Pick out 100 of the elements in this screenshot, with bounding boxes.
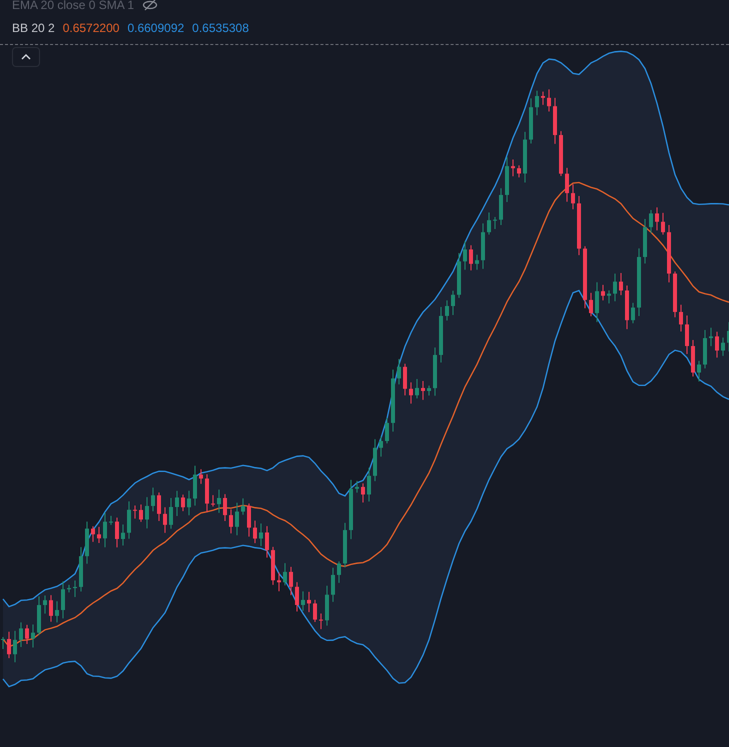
- candlestick: [727, 322, 729, 352]
- candlestick: [469, 244, 473, 271]
- candlestick: [349, 479, 353, 540]
- candlestick: [481, 222, 485, 270]
- bb-legend-value: 0.6572200: [62, 20, 120, 37]
- candlestick: [283, 562, 287, 586]
- candlestick: [247, 502, 251, 538]
- candlestick: [457, 252, 461, 298]
- candlestick: [487, 212, 491, 236]
- candlestick: [79, 546, 83, 592]
- candlestick: [211, 494, 215, 508]
- candlestick: [721, 337, 725, 356]
- candlestick: [91, 526, 95, 542]
- candlestick: [583, 246, 587, 309]
- candlestick: [7, 631, 11, 659]
- candlestick: [619, 272, 623, 296]
- candlestick: [451, 290, 455, 316]
- candlestick: [151, 487, 155, 512]
- candlestick: [229, 508, 233, 534]
- candlestick: [553, 97, 557, 144]
- candlestick: [547, 88, 551, 112]
- candlestick: [109, 515, 113, 526]
- candlestick: [565, 167, 569, 202]
- candlestick: [439, 306, 443, 364]
- candlestick: [421, 380, 425, 400]
- collapse-legend-button[interactable]: [12, 47, 40, 67]
- candlestick: [523, 131, 527, 183]
- candlestick: [289, 566, 293, 596]
- candlestick: [493, 216, 497, 230]
- candlestick: [55, 600, 59, 623]
- candlestick: [253, 520, 257, 544]
- candlestick: [415, 378, 419, 399]
- candlestick: [319, 613, 323, 630]
- candlestick: [199, 468, 203, 484]
- candlestick: [445, 300, 449, 322]
- candlestick: [169, 498, 173, 530]
- candlestick: [271, 546, 275, 586]
- candlestick: [667, 224, 671, 283]
- candlestick: [235, 502, 239, 536]
- candlestick: [517, 164, 521, 178]
- candlestick: [67, 584, 71, 593]
- candlestick: [295, 582, 299, 612]
- candlestick: [475, 254, 479, 270]
- candlestick: [577, 195, 581, 256]
- candlestick: [637, 248, 641, 316]
- candlestick: [175, 490, 179, 516]
- candlestick: [61, 580, 65, 619]
- candlestick: [331, 567, 335, 602]
- candlestick: [187, 490, 191, 516]
- candlestick: [49, 594, 53, 622]
- candlestick: [433, 346, 437, 396]
- candlestick: [649, 209, 653, 234]
- candlestick: [613, 273, 617, 302]
- candlestick: [625, 285, 629, 330]
- candlestick: [571, 184, 575, 210]
- candlestick: [631, 302, 635, 324]
- candlestick: [37, 596, 41, 636]
- candlestick: [97, 526, 101, 544]
- bb-legend-value: 0.6535308: [192, 20, 249, 37]
- candlestick: [715, 331, 719, 358]
- candlestick: [373, 438, 377, 482]
- candlestick: [19, 622, 23, 648]
- candlestick: [127, 500, 131, 540]
- candlestick: [655, 206, 659, 231]
- candlestick: [301, 590, 305, 612]
- candlestick: [115, 517, 119, 548]
- candlestick: [505, 156, 509, 203]
- candlestick: [685, 314, 689, 355]
- candlestick: [589, 292, 593, 317]
- candlestick: [103, 512, 107, 548]
- candlestick: [535, 90, 539, 116]
- candlestick: [205, 474, 209, 513]
- candlestick: [337, 560, 341, 584]
- candlestick: [643, 218, 647, 264]
- eye-slash-icon[interactable]: [142, 0, 158, 11]
- candlestick: [163, 506, 167, 534]
- candlestick: [133, 505, 137, 520]
- candlestick: [139, 504, 143, 522]
- candlestick: [43, 595, 47, 614]
- candlestick: [121, 524, 125, 546]
- candlestick: [409, 382, 413, 404]
- bb-legend-value: 0.6609092: [127, 20, 184, 37]
- ema-legend-label: EMA 20 close 0 SMA 1: [12, 0, 134, 12]
- candlestick: [427, 385, 431, 396]
- candlestick: [1, 636, 5, 650]
- candlestick: [367, 467, 371, 502]
- candlestick: [601, 284, 605, 301]
- candlestick: [343, 522, 347, 568]
- candlestick: [31, 624, 35, 648]
- chevron-up-icon: [21, 54, 31, 60]
- candlestick: [241, 498, 245, 516]
- candlestick: [145, 496, 149, 529]
- candlestick: [379, 436, 383, 458]
- candlestick: [181, 494, 185, 512]
- candlestick: [85, 521, 89, 564]
- candlestick: [709, 327, 713, 347]
- candlestick: [529, 98, 533, 144]
- candlestick: [541, 91, 545, 106]
- candlestick: [595, 282, 599, 323]
- bb-legend-label: BB 20 2: [12, 20, 55, 37]
